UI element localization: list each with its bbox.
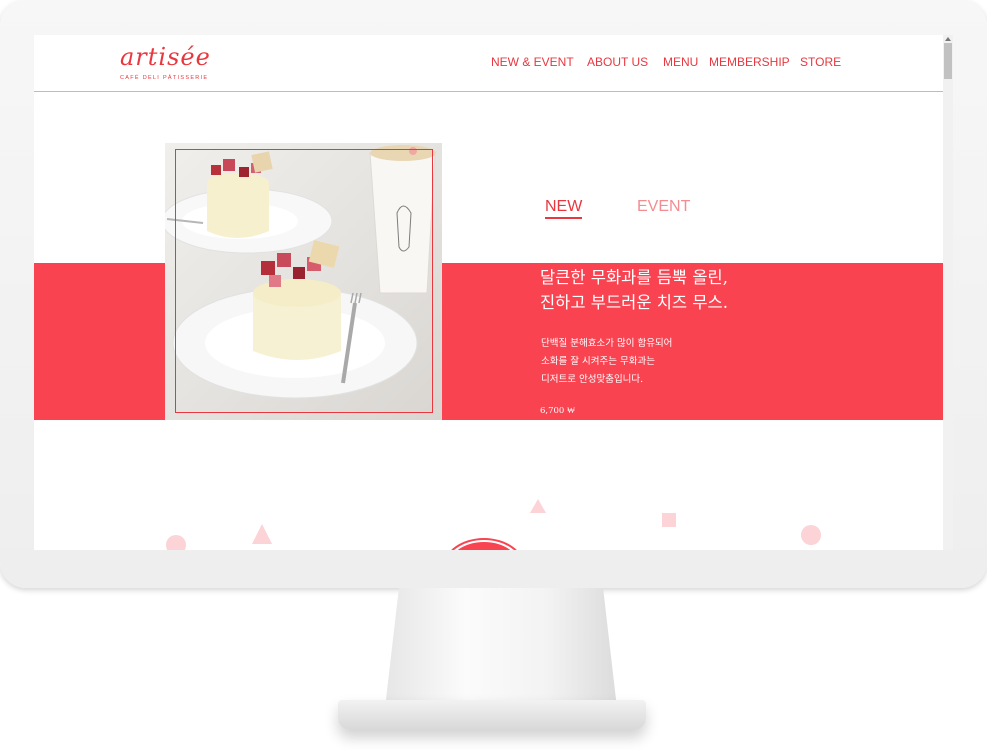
nav-new-event[interactable]: NEW & EVENT bbox=[491, 55, 574, 69]
scroll-up-arrow[interactable] bbox=[945, 37, 951, 41]
deco-square bbox=[662, 513, 676, 527]
tab-event[interactable]: EVENT bbox=[637, 198, 690, 216]
headline-line-1: 달큰한 무화과를 듬뿍 올린, bbox=[540, 268, 728, 287]
vertical-scrollbar[interactable] bbox=[943, 35, 953, 550]
desc-line-1: 단백질 분해효소가 많이 함유되어 bbox=[541, 338, 673, 349]
browser-viewport: artisée CAFÉ DELI PÂTISSERIE NEW & EVENT… bbox=[34, 35, 953, 550]
deco-triangle-small bbox=[530, 499, 546, 515]
deco-circle-right bbox=[801, 525, 821, 545]
deco-triangle bbox=[252, 524, 272, 544]
photo-red-frame bbox=[175, 149, 433, 413]
headline-line-2: 진하고 부드러운 치즈 무스. bbox=[540, 293, 728, 312]
product-headline: 달큰한 무화과를 듬뿍 올린, 진하고 부드러운 치즈 무스. bbox=[540, 265, 728, 315]
desc-line-3: 디저트로 안성맞춤입니다. bbox=[541, 374, 644, 385]
site-header: artisée CAFÉ DELI PÂTISSERIE NEW & EVENT… bbox=[34, 35, 943, 92]
nav-membership[interactable]: MEMBERSHIP bbox=[709, 55, 790, 69]
monitor-stand-base bbox=[338, 700, 646, 730]
desc-line-2: 소화를 잘 시켜주는 무화과는 bbox=[541, 356, 655, 367]
nav-about-us[interactable]: ABOUT US bbox=[587, 55, 648, 69]
nav-store[interactable]: STORE bbox=[800, 55, 841, 69]
nav-menu[interactable]: MENU bbox=[663, 55, 698, 69]
product-price: 6,700 ₩ bbox=[540, 406, 576, 416]
monitor-stand-neck bbox=[385, 588, 617, 708]
deco-circle bbox=[166, 535, 186, 550]
product-description: 단백질 분해효소가 많이 함유되어 소화를 잘 시켜주는 무화과는 디저트로 안… bbox=[541, 335, 672, 389]
scroll-thumb[interactable] bbox=[944, 43, 952, 79]
cheesecake-photo bbox=[165, 143, 442, 420]
logo-tagline: CAFÉ DELI PÂTISSERIE bbox=[120, 75, 209, 81]
main-nav: NEW & EVENT ABOUT US MENU MEMBERSHIP STO… bbox=[34, 55, 943, 71]
tab-new[interactable]: NEW bbox=[545, 198, 583, 219]
